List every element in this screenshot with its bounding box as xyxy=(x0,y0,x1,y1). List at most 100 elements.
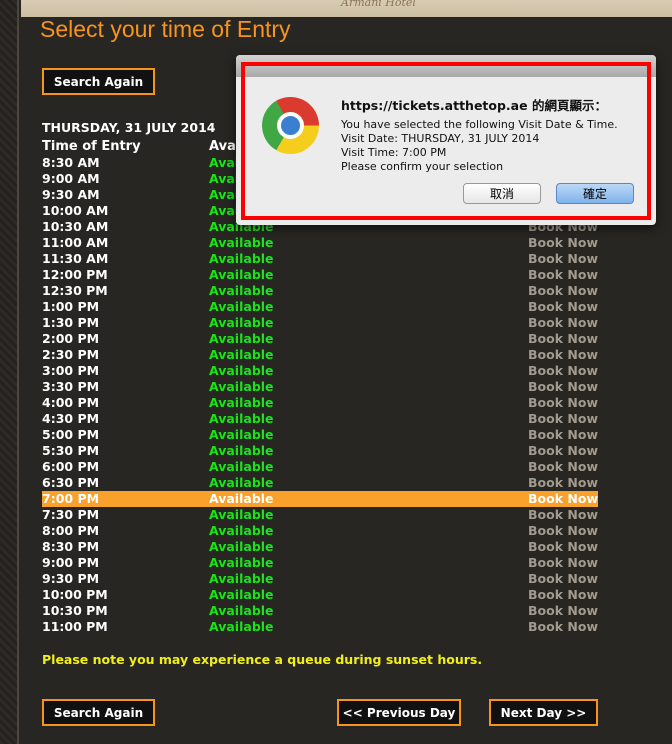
slot-time: 10:00 PM xyxy=(42,587,108,602)
header-banner: Armani Hotel xyxy=(21,0,672,17)
slot-time: 2:30 PM xyxy=(42,347,100,362)
slot-status: Available xyxy=(209,475,274,490)
slot-status: Available xyxy=(209,571,274,586)
selected-date: THURSDAY, 31 JULY 2014 xyxy=(42,120,216,135)
slot-status: Available xyxy=(209,347,274,362)
annotation-highlight-box xyxy=(241,62,651,220)
slot-time: 9:30 PM xyxy=(42,571,100,586)
confirm-dialog: https://tickets.atthetop.ae 的網頁顯示： You h… xyxy=(236,55,656,225)
book-now-link[interactable]: Book Now xyxy=(528,619,598,635)
time-slot-row[interactable]: 9:00 PM Available Book Now xyxy=(42,555,598,571)
time-slot-row[interactable]: 7:30 PM Available Book Now xyxy=(42,507,598,523)
slot-status: Available xyxy=(209,395,274,410)
slot-status: Available xyxy=(209,587,274,602)
search-again-button-bottom[interactable]: Search Again xyxy=(42,699,155,726)
slot-time: 9:00 PM xyxy=(42,555,100,570)
page-title: Select your time of Entry xyxy=(40,16,291,42)
slot-status: Available xyxy=(209,283,274,298)
previous-day-button[interactable]: << Previous Day xyxy=(337,699,461,726)
book-now-link[interactable]: Book Now xyxy=(528,603,598,619)
time-slot-row[interactable]: 11:00 AM Available Book Now xyxy=(42,235,598,251)
slot-time: 11:00 AM xyxy=(42,235,109,250)
book-now-link[interactable]: Book Now xyxy=(528,555,598,571)
time-slot-row[interactable]: 8:00 PM Available Book Now xyxy=(42,523,598,539)
book-now-link[interactable]: Book Now xyxy=(528,539,598,555)
book-now-link[interactable]: Book Now xyxy=(528,251,598,267)
slot-time: 11:00 PM xyxy=(42,619,108,634)
slot-status: Available xyxy=(209,539,274,554)
slot-status: Available xyxy=(209,299,274,314)
book-now-link[interactable]: Book Now xyxy=(528,283,598,299)
book-now-link[interactable]: Book Now xyxy=(528,491,598,507)
slot-time: 7:00 PM xyxy=(42,491,100,506)
time-slot-row[interactable]: 9:30 PM Available Book Now xyxy=(42,571,598,587)
book-now-link[interactable]: Book Now xyxy=(528,507,598,523)
book-now-link[interactable]: Book Now xyxy=(528,427,598,443)
slot-time: 1:30 PM xyxy=(42,315,100,330)
header-time-of-entry: Time of Entry xyxy=(42,139,141,154)
slot-time: 8:30 AM xyxy=(42,155,100,170)
time-slot-row[interactable]: 8:30 PM Available Book Now xyxy=(42,539,598,555)
time-slot-row[interactable]: 11:00 PM Available Book Now xyxy=(42,619,598,635)
time-slot-row[interactable]: 1:00 PM Available Book Now xyxy=(42,299,598,315)
time-slot-row[interactable]: 4:30 PM Available Book Now xyxy=(42,411,598,427)
slot-time: 9:00 AM xyxy=(42,171,100,186)
slot-status: Available xyxy=(209,619,274,634)
slot-status: Available xyxy=(209,603,274,618)
slot-status: Available xyxy=(209,507,274,522)
time-slot-row[interactable]: 11:30 AM Available Book Now xyxy=(42,251,598,267)
slot-time: 10:30 AM xyxy=(42,219,109,234)
slot-status: Available xyxy=(209,379,274,394)
book-now-link[interactable]: Book Now xyxy=(528,299,598,315)
book-now-link[interactable]: Book Now xyxy=(528,443,598,459)
book-now-link[interactable]: Book Now xyxy=(528,571,598,587)
next-day-button[interactable]: Next Day >> xyxy=(489,699,598,726)
time-slot-row[interactable]: 7:00 PM Available Book Now xyxy=(42,491,598,507)
book-now-link[interactable]: Book Now xyxy=(528,411,598,427)
slot-status: Available xyxy=(209,411,274,426)
slot-time: 8:30 PM xyxy=(42,539,100,554)
time-slot-row[interactable]: 10:00 PM Available Book Now xyxy=(42,587,598,603)
book-now-link[interactable]: Book Now xyxy=(528,363,598,379)
time-slot-row[interactable]: 10:30 PM Available Book Now xyxy=(42,603,598,619)
slot-status: Available xyxy=(209,267,274,282)
book-now-link[interactable]: Book Now xyxy=(528,347,598,363)
book-now-link[interactable]: Book Now xyxy=(528,459,598,475)
slot-time: 1:00 PM xyxy=(42,299,100,314)
time-slot-row[interactable]: 4:00 PM Available Book Now xyxy=(42,395,598,411)
slot-status: Available xyxy=(209,331,274,346)
book-now-link[interactable]: Book Now xyxy=(528,475,598,491)
slot-time: 4:00 PM xyxy=(42,395,100,410)
book-now-link[interactable]: Book Now xyxy=(528,395,598,411)
slot-time: 5:30 PM xyxy=(42,443,100,458)
book-now-link[interactable]: Book Now xyxy=(528,267,598,283)
time-slot-row[interactable]: 1:30 PM Available Book Now xyxy=(42,315,598,331)
slot-time: 12:30 PM xyxy=(42,283,108,298)
slot-time: 2:00 PM xyxy=(42,331,100,346)
time-slot-row[interactable]: 3:00 PM Available Book Now xyxy=(42,363,598,379)
time-slot-row[interactable]: 5:00 PM Available Book Now xyxy=(42,427,598,443)
time-slot-row[interactable]: 2:30 PM Available Book Now xyxy=(42,347,598,363)
time-slot-row[interactable]: 2:00 PM Available Book Now xyxy=(42,331,598,347)
slot-time: 12:00 PM xyxy=(42,267,108,282)
time-slot-row[interactable]: 12:30 PM Available Book Now xyxy=(42,283,598,299)
left-decor-strip xyxy=(0,0,19,744)
slot-time: 10:30 PM xyxy=(42,603,108,618)
book-now-link[interactable]: Book Now xyxy=(528,379,598,395)
slot-status: Available xyxy=(209,251,274,266)
time-slot-row[interactable]: 12:00 PM Available Book Now xyxy=(42,267,598,283)
search-again-button-top[interactable]: Search Again xyxy=(42,68,155,95)
book-now-link[interactable]: Book Now xyxy=(528,523,598,539)
logo: Armani Hotel xyxy=(341,0,416,9)
book-now-link[interactable]: Book Now xyxy=(528,587,598,603)
slot-time: 8:00 PM xyxy=(42,523,100,538)
time-slot-row[interactable]: 5:30 PM Available Book Now xyxy=(42,443,598,459)
time-slot-row[interactable]: 6:00 PM Available Book Now xyxy=(42,459,598,475)
book-now-link[interactable]: Book Now xyxy=(528,331,598,347)
time-slot-row[interactable]: 6:30 PM Available Book Now xyxy=(42,475,598,491)
slot-status: Available xyxy=(209,491,274,506)
slot-status: Available xyxy=(209,459,274,474)
book-now-link[interactable]: Book Now xyxy=(528,235,598,251)
time-slot-row[interactable]: 3:30 PM Available Book Now xyxy=(42,379,598,395)
book-now-link[interactable]: Book Now xyxy=(528,315,598,331)
